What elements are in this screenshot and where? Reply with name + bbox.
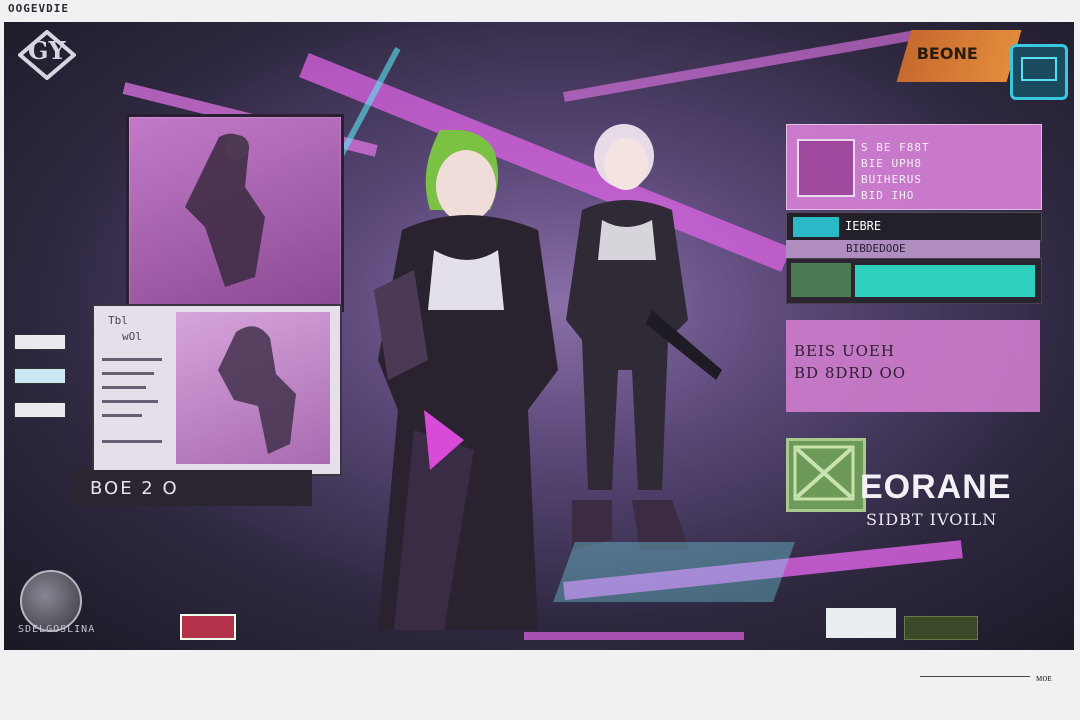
- emblem-label: GY: [28, 36, 66, 65]
- character-sketch-panel: [176, 312, 330, 464]
- info-line: S BE F88T: [861, 141, 930, 154]
- monitor-text: wOl: [122, 330, 142, 343]
- progress-row[interactable]: [786, 258, 1042, 304]
- character-thumbnail[interactable]: [797, 139, 855, 197]
- top-caption: OOGEVDIE: [8, 2, 69, 15]
- info-line: BUIHERUS: [861, 173, 922, 186]
- character-preview-monitor: [126, 114, 344, 312]
- floor-glow: [553, 542, 795, 602]
- item-thumbnail: [791, 263, 851, 297]
- description-line: BD 8DRD OO: [794, 364, 907, 382]
- game-subtitle: SIDBT IVOILN: [866, 510, 998, 529]
- emblem-icon[interactable]: GY: [16, 29, 78, 81]
- character-info-card: S BE F88T BIE UPH8 BUIHERUS BID IHO: [786, 124, 1042, 210]
- description-line: BEIS UOEH: [794, 342, 895, 360]
- banner-label: BEONE: [916, 44, 978, 63]
- stat-row[interactable]: BIBDEDOOE: [786, 240, 1040, 258]
- side-menu-chip[interactable]: [14, 402, 66, 418]
- neon-beam: [563, 29, 920, 102]
- control-chip[interactable]: [826, 608, 896, 638]
- code-label: BOE 2 O: [72, 470, 312, 506]
- stat-label: BIBDEDOOE: [846, 242, 906, 255]
- tv-icon[interactable]: [1010, 44, 1068, 100]
- monitor-text: Tbl: [108, 314, 128, 327]
- info-line: BIE UPH8: [861, 157, 922, 170]
- game-title: EORANE: [860, 468, 1012, 506]
- bottom-rule: [920, 676, 1030, 677]
- control-chip[interactable]: [904, 616, 978, 640]
- footer-chip[interactable]: [180, 614, 236, 640]
- stat-row[interactable]: IEBRE: [786, 212, 1042, 242]
- side-menu-chip[interactable]: [14, 368, 66, 384]
- info-line: BID IHO: [861, 189, 915, 202]
- info-monitor: Tbl wOl: [92, 304, 342, 476]
- progress-bar: [855, 265, 1035, 297]
- top-banner[interactable]: BEONE: [896, 30, 1022, 82]
- description-card: BEIS UOEH BD 8DRD OO: [786, 320, 1040, 412]
- stat-label: IEBRE: [845, 219, 882, 233]
- globe-icon[interactable]: [20, 570, 82, 632]
- logo-x-icon: [786, 438, 866, 512]
- stat-icon: [793, 217, 839, 237]
- game-scene: GY Tbl wOl BOE 2 O BEONE S BE F88T BIE U…: [4, 22, 1074, 650]
- character-white-hair: [566, 124, 722, 550]
- footer-caption: SDELGOSLINA: [18, 624, 96, 635]
- bottom-caption: ᴍᴏᴇ: [1036, 673, 1052, 684]
- side-menu-chip[interactable]: [14, 334, 66, 350]
